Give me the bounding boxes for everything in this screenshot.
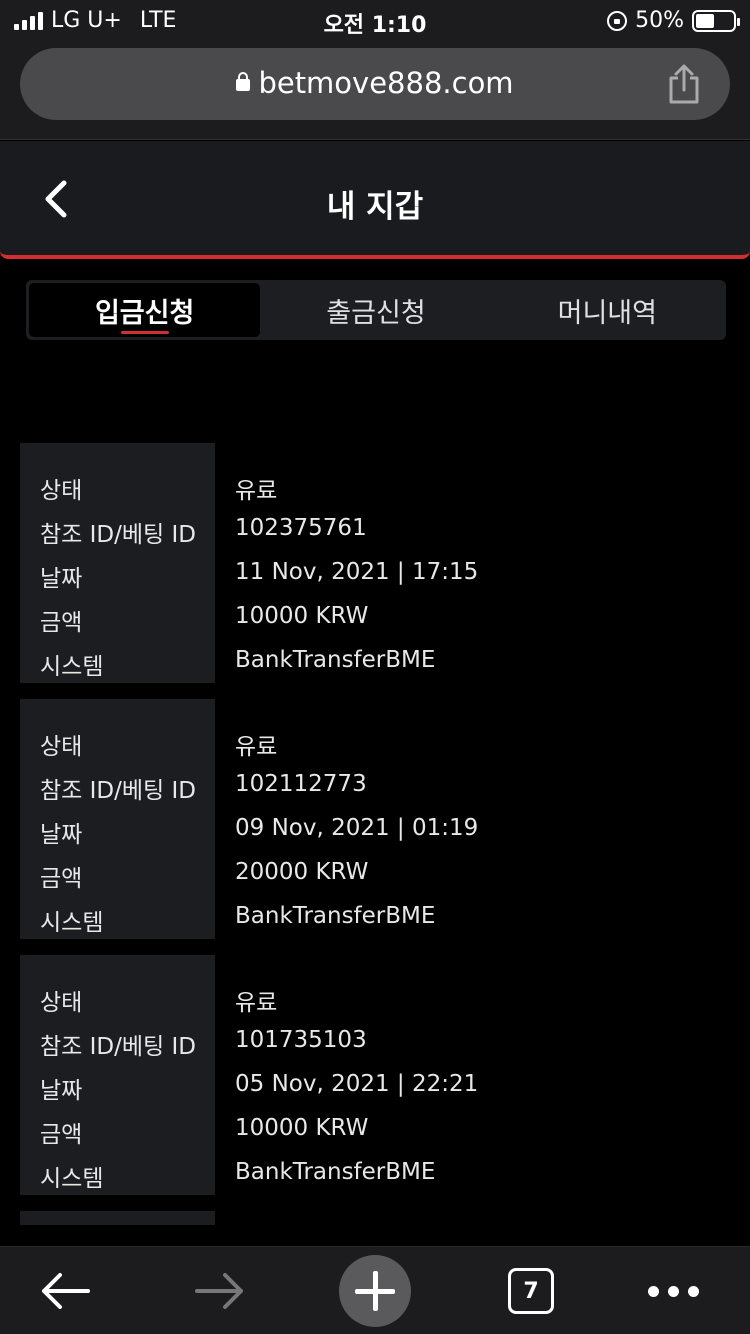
ref-id-value: 102375761 [235,515,367,541]
field-label: 참조 ID/베팅 ID [40,1034,196,1060]
field-label: 시스템 [40,910,104,936]
ref-id-value: 102112773 [235,771,367,797]
arrow-left-icon [42,1273,90,1309]
battery-percent: 50% [635,8,684,33]
date-value: 11 Nov, 2021 | 17:15 [235,559,479,585]
tab-label: 출금신청 [326,297,426,329]
system-row: 시스템 BankTransferBME [20,641,730,685]
status-row: 상태 유료 [20,465,730,509]
field-label: 상태 [40,734,83,760]
url-text: betmove888.com [258,66,514,100]
field-label: 참조 ID/베팅 ID [40,522,196,548]
system-value: BankTransferBME [235,1159,436,1185]
field-label: 상태 [40,478,83,504]
tab-label: 입금신청 [94,297,195,329]
amount-row: 금액 10000 KRW [20,597,730,641]
field-label: 상태 [40,990,83,1016]
date-row: 날짜 11 Nov, 2021 | 17:15 [20,553,730,597]
more-dots-icon [647,1285,699,1297]
field-label: 날짜 [40,1078,83,1104]
browser-forward-button[interactable] [185,1247,255,1334]
amount-row: 금액 10000 KRW [20,1109,730,1153]
battery-icon [692,9,740,32]
share-icon[interactable] [666,64,702,104]
tab-count: 7 [508,1268,554,1314]
tab-label: 머니내역 [557,297,657,329]
record-card: 상태 유료 참조 ID/베팅 ID 102112773 날짜 09 Nov, 2… [20,699,730,939]
field-label: 날짜 [40,822,83,848]
record-card-partial [20,1211,215,1225]
field-label: 금액 [40,1122,83,1148]
browser-back-button[interactable] [30,1247,100,1334]
tab-withdrawal-request[interactable]: 출금신청 [260,283,491,337]
new-tab-button[interactable] [339,1247,411,1334]
ref-id-row: 참조 ID/베팅 ID 102112773 [20,765,730,809]
record-card: 상태 유료 참조 ID/베팅 ID 102375761 날짜 11 Nov, 2… [20,443,730,683]
status-value: 유료 [235,478,278,504]
deposit-records: 상태 유료 참조 ID/베팅 ID 102375761 날짜 11 Nov, 2… [20,443,730,1211]
status-right: 50% [607,8,740,33]
date-row: 날짜 09 Nov, 2021 | 01:19 [20,809,730,853]
page-title: 내 지갑 [326,189,424,225]
plus-icon [339,1255,411,1327]
wallet-tabs: 입금신청 출금신청 머니내역 [26,280,726,340]
ref-id-row: 참조 ID/베팅 ID 102375761 [20,509,730,553]
active-tab-indicator [120,331,169,334]
date-row: 날짜 05 Nov, 2021 | 22:21 [20,1065,730,1109]
amount-value: 10000 KRW [235,603,369,629]
status-row: 상태 유료 [20,721,730,765]
field-label: 시스템 [40,654,104,680]
field-label: 금액 [40,610,83,636]
browser-toolbar: 7 [0,1246,750,1334]
system-row: 시스템 BankTransferBME [20,897,730,941]
more-menu-button[interactable] [640,1247,706,1334]
address-bar[interactable]: betmove888.com [20,48,730,120]
status-value: 유료 [235,734,278,760]
system-row: 시스템 BankTransferBME [20,1153,730,1197]
amount-row: 금액 20000 KRW [20,853,730,897]
field-label: 날짜 [40,566,83,592]
field-label: 금액 [40,866,83,892]
address-text: betmove888.com [20,66,730,100]
amount-value: 10000 KRW [235,1115,369,1141]
field-label: 시스템 [40,1166,104,1192]
arrow-right-icon [195,1273,243,1309]
lock-icon [236,72,251,91]
tab-money-history[interactable]: 머니내역 [492,283,723,337]
amount-value: 20000 KRW [235,859,369,885]
field-label: 참조 ID/베팅 ID [40,778,196,804]
tab-switcher-button[interactable]: 7 [505,1247,557,1334]
status-value: 유료 [235,990,278,1016]
page-header: 내 지갑 [0,141,750,259]
ref-id-row: 참조 ID/베팅 ID 101735103 [20,1021,730,1065]
ref-id-value: 101735103 [235,1027,367,1053]
record-card: 상태 유료 참조 ID/베팅 ID 101735103 날짜 05 Nov, 2… [20,955,730,1195]
tab-deposit-request[interactable]: 입금신청 [29,283,261,337]
system-value: BankTransferBME [235,647,436,673]
rotation-lock-icon [607,10,628,31]
date-value: 09 Nov, 2021 | 01:19 [235,815,479,841]
status-row: 상태 유료 [20,977,730,1021]
browser-address-area: betmove888.com [0,42,750,140]
date-value: 05 Nov, 2021 | 22:21 [235,1071,479,1097]
system-value: BankTransferBME [235,903,436,929]
status-bar: LG U+ LTE 오전 1:10 50% [0,0,750,42]
